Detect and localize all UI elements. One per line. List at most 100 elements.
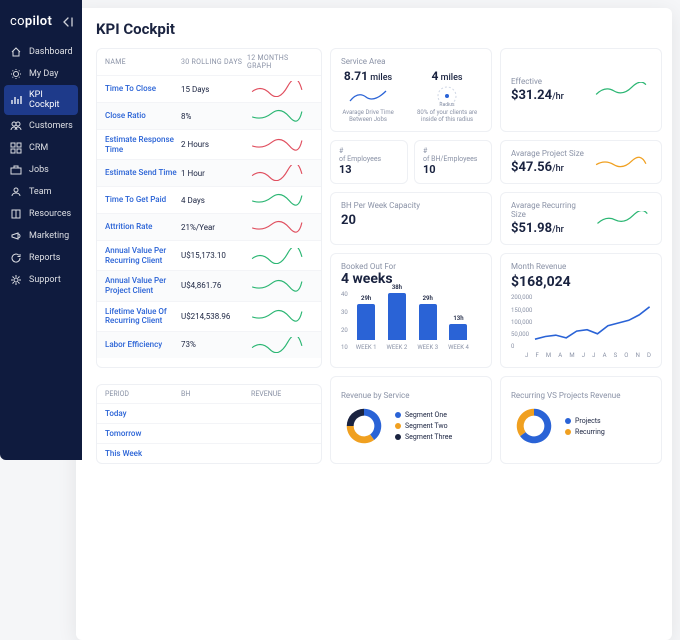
recurring-vs-projects-card: Recurring VS Projects Revenue Projects Re… (500, 376, 662, 464)
bar-col: 38hWEEK 2 (387, 284, 408, 352)
main: KPI Cockpit NAME30 ROLLING DAYS12 MONTHS… (76, 8, 672, 640)
kpi-value: U$15,173.10 (181, 251, 247, 260)
booked-out-card: Booked Out For 4 weeks 40302010 29hWEEK … (330, 253, 492, 368)
sidebar-item-label: Resources (29, 209, 71, 219)
legend-item: Segment Two (395, 422, 452, 430)
sidebar-item-my-day[interactable]: My Day (0, 63, 82, 85)
sidebar-item-customers[interactable]: Customers (0, 115, 82, 137)
revenue-by-service-card: Revenue by Service Segment One Segment Tw… (330, 376, 492, 464)
sparkline (247, 308, 307, 324)
kpi-row[interactable]: Lifetime Value Of Recurring ClientU$214,… (97, 301, 321, 331)
card-title: Revenue by Service (341, 391, 481, 400)
bh-capacity-card: BH Per Week Capacity 20 (330, 192, 492, 245)
cycle-icon (10, 252, 22, 264)
kpi-row[interactable]: Close Ratio8% (97, 102, 321, 129)
kpi-name: Lifetime Value Of Recurring Client (105, 307, 181, 326)
kpi-row[interactable]: Annual Value Per Project ClientU$4,861.7… (97, 270, 321, 300)
legend-item: Projects (565, 417, 605, 425)
period-row[interactable]: This Week (97, 443, 321, 463)
service-area-sub-2: 80% of your clients are inside of this r… (413, 109, 481, 123)
sparkline (247, 219, 307, 235)
kpi-row[interactable]: Time To Close15 Days (97, 75, 321, 102)
sparkline (247, 337, 307, 353)
kpi-row[interactable]: Annual Value Per Recurring ClientU$15,17… (97, 240, 321, 270)
sidebar-item-support[interactable]: Support (0, 269, 82, 291)
chart-icon (10, 94, 22, 106)
sparkline (247, 81, 307, 97)
sidebar-item-marketing[interactable]: Marketing (0, 225, 82, 247)
kpi-row[interactable]: Estimate Response Time2 Hours (97, 129, 321, 159)
avg-recurring-card: Avarage Recurring Size $51.98/hr (500, 192, 662, 245)
avg-project-card: Avarage Project Size $47.56/hr (500, 140, 662, 184)
bar-col: 29hWEEK 3 (417, 295, 438, 351)
kpi-row[interactable]: Labor Efficiency73% (97, 331, 321, 358)
column-header: REVENUE (251, 390, 321, 398)
sidebar-item-team[interactable]: Team (0, 181, 82, 203)
card-title: Avarage Recurring Size (511, 201, 588, 219)
sidebar-item-label: My Day (29, 69, 58, 79)
sidebar-item-resources[interactable]: Resources (0, 203, 82, 225)
kpi-value: U$4,861.76 (181, 281, 247, 290)
svg-text:Radius: Radius (439, 102, 455, 108)
sidebar-item-label: Support (29, 275, 61, 285)
sun-icon (10, 68, 22, 80)
kpi-name: Annual Value Per Project Client (105, 276, 181, 295)
users-icon (10, 120, 22, 132)
sparkline (247, 278, 307, 294)
sidebar-item-label: Reports (29, 253, 60, 263)
kpi-row[interactable]: Attrition Rate21%/Year (97, 213, 321, 240)
kpi-value: U$214,538.96 (181, 312, 247, 321)
book-icon (10, 208, 22, 220)
card-title: Effective (511, 77, 564, 86)
sidebar-item-reports[interactable]: Reports (0, 247, 82, 269)
collapse-sidebar-icon[interactable] (60, 15, 74, 29)
sparkline (247, 192, 307, 208)
kpi-value: 15 Days (181, 85, 247, 94)
card-title: Avarage Project Size (511, 149, 584, 158)
kpi-row[interactable]: Time To Get Paid4 Days (97, 186, 321, 213)
user-icon (10, 186, 22, 198)
service-area-val-1: 8.71 (344, 69, 368, 83)
sparkline (247, 248, 307, 264)
legend-item: Segment Three (395, 433, 452, 441)
sidebar-item-jobs[interactable]: Jobs (0, 159, 82, 181)
kpi-row[interactable]: Estimate Send Time1 Hour (97, 159, 321, 186)
sidebar-item-label: Team (29, 187, 52, 197)
sidebar-item-label: Marketing (29, 231, 69, 241)
effective-card: Effective $31.24/hr (500, 48, 662, 132)
sparkline (247, 137, 307, 153)
logo: copilot (10, 14, 52, 29)
card-title: Recurring VS Projects Revenue (511, 391, 651, 400)
legend-item: Recurring (565, 428, 605, 436)
kpi-name: Time To Get Paid (105, 195, 181, 205)
kpi-name: Annual Value Per Recurring Client (105, 246, 181, 265)
bar-col: 29hWEEK 1 (356, 295, 377, 351)
kpi-name: Labor Efficiency (105, 340, 181, 350)
page-title: KPI Cockpit (96, 20, 658, 38)
briefcase-icon (10, 164, 22, 176)
grid-icon (10, 142, 22, 154)
kpi-name: Estimate Response Time (105, 135, 181, 154)
kpi-name: Time To Close (105, 84, 181, 94)
kpi-name: Close Ratio (105, 111, 181, 121)
service-area-sub-1: Avarage Drive Time Between Jobs (341, 109, 395, 123)
sidebar-item-label: KPI Cockpit (29, 90, 72, 110)
kpi-value: 8% (181, 112, 247, 121)
service-area-card: Service Area 8.71 miles Avarage Drive Ti… (330, 48, 492, 132)
card-title: BH Per Week Capacity (341, 201, 481, 210)
sidebar-item-dashboard[interactable]: Dashboard (0, 41, 82, 63)
card-title: Booked Out For (341, 262, 481, 271)
column-header: PERIOD (105, 390, 181, 398)
period-row[interactable]: Tomorrow (97, 423, 321, 443)
period-row[interactable]: Today (97, 403, 321, 423)
home-icon (10, 46, 22, 58)
legend-item: Segment One (395, 411, 452, 419)
sidebar-item-label: Customers (29, 121, 73, 131)
employees-card: # of Employees13 # of BH/Employees10 (330, 140, 492, 184)
sidebar-item-crm[interactable]: CRM (0, 137, 82, 159)
bar-col: 13hWEEK 4 (448, 315, 469, 351)
sidebar-item-kpi-cockpit[interactable]: KPI Cockpit (4, 85, 78, 115)
sidebar-item-label: Jobs (29, 165, 49, 175)
gear-icon (10, 274, 22, 286)
kpi-name: Attrition Rate (105, 222, 181, 232)
